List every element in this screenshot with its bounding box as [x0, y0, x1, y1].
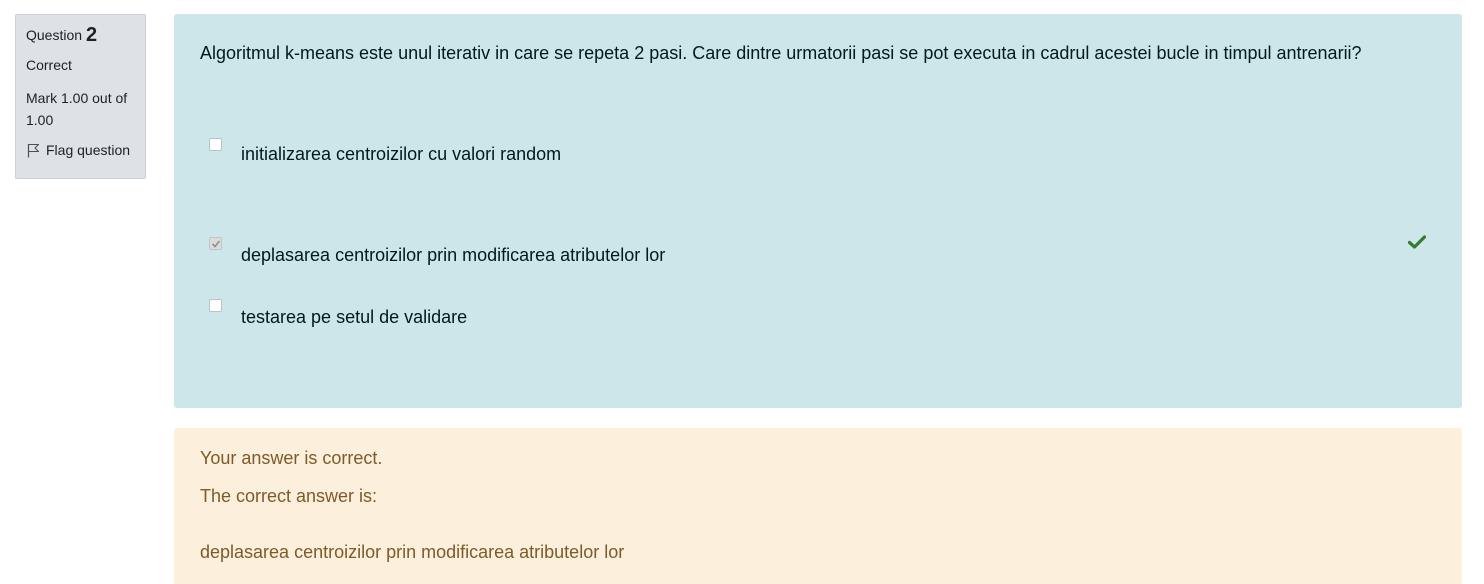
correct-answer-heading: The correct answer is:: [200, 486, 378, 506]
checkmark-icon: [1408, 235, 1426, 249]
question-formulation: Algoritmul k-means este unul iterativ in…: [174, 14, 1462, 408]
feedback-status: Your answer is correct.: [200, 448, 383, 468]
question-number-heading: Question 2: [26, 25, 135, 45]
question-number: 2: [86, 24, 98, 46]
answer-option-1-checkbox[interactable]: [209, 138, 222, 151]
grade-line-1: Mark 1.00 out of: [26, 90, 128, 106]
question-grade: Mark 1.00 out of 1.00: [26, 87, 135, 131]
flag-icon: [27, 143, 40, 157]
quiz-review-page: Question 2 Correct Mark 1.00 out of 1.00 …: [0, 0, 1484, 584]
flag-question-label: Flag question: [46, 142, 131, 158]
answer-option-3-label: testarea pe setul de validare: [241, 307, 468, 327]
question-label: Question: [26, 27, 83, 43]
grade-line-2: 1.00: [26, 112, 54, 128]
answer-option-1-label: initializarea centroizilor cu valori ran…: [241, 144, 562, 164]
checkbox-check-icon: [211, 240, 221, 248]
answer-option-3-checkbox[interactable]: [209, 299, 222, 312]
feedback-panel: Your answer is correct. The correct answ…: [174, 428, 1462, 584]
flag-question-link[interactable]: Flag question: [26, 140, 135, 160]
question-info-panel: Question 2 Correct Mark 1.00 out of 1.00 …: [15, 14, 146, 179]
answer-option-2-label: deplasarea centroizilor prin modificarea…: [241, 245, 666, 265]
question-text: Algoritmul k-means este unul iterativ in…: [200, 43, 1362, 63]
question-state: Correct: [26, 57, 72, 73]
answer-option-2-checkbox[interactable]: [209, 237, 222, 250]
correct-answer-text: deplasarea centroizilor prin modificarea…: [200, 542, 625, 562]
